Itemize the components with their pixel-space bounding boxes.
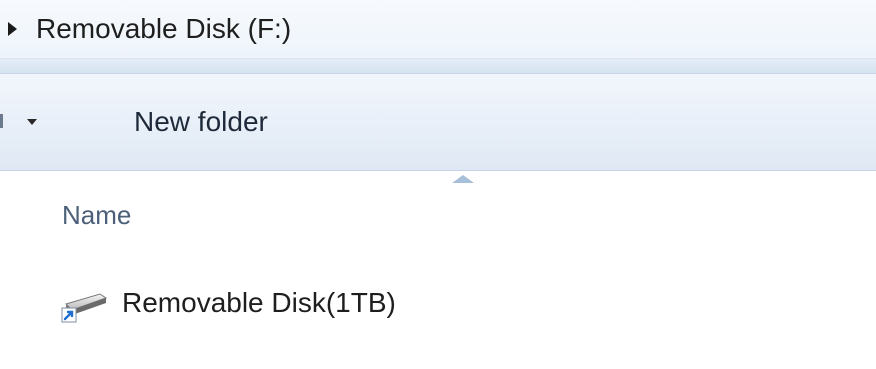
new-folder-button[interactable]: New folder — [120, 102, 282, 142]
address-bar[interactable]: Removable Disk (F:) — [0, 0, 876, 59]
command-toolbar: New folder — [0, 74, 876, 171]
address-path[interactable]: Removable Disk (F:) — [36, 12, 291, 46]
caret-down-icon[interactable] — [27, 119, 37, 125]
column-header: Name — [0, 171, 876, 259]
address-toolbar-separator — [0, 59, 876, 74]
organize-dropdown-button[interactable] — [0, 104, 60, 140]
triangle-right-icon[interactable] — [8, 22, 17, 36]
list-item[interactable]: Removable Disk(1TB) — [48, 282, 548, 326]
column-header-name[interactable]: Name — [62, 199, 131, 231]
sort-ascending-icon — [452, 175, 474, 183]
file-name: Removable Disk(1TB) — [122, 287, 396, 318]
removable-drive-shortcut-icon — [61, 293, 108, 323]
button-edge — [0, 114, 3, 128]
explorer-window: Removable Disk (F:) New folder Name Remo… — [0, 0, 876, 369]
